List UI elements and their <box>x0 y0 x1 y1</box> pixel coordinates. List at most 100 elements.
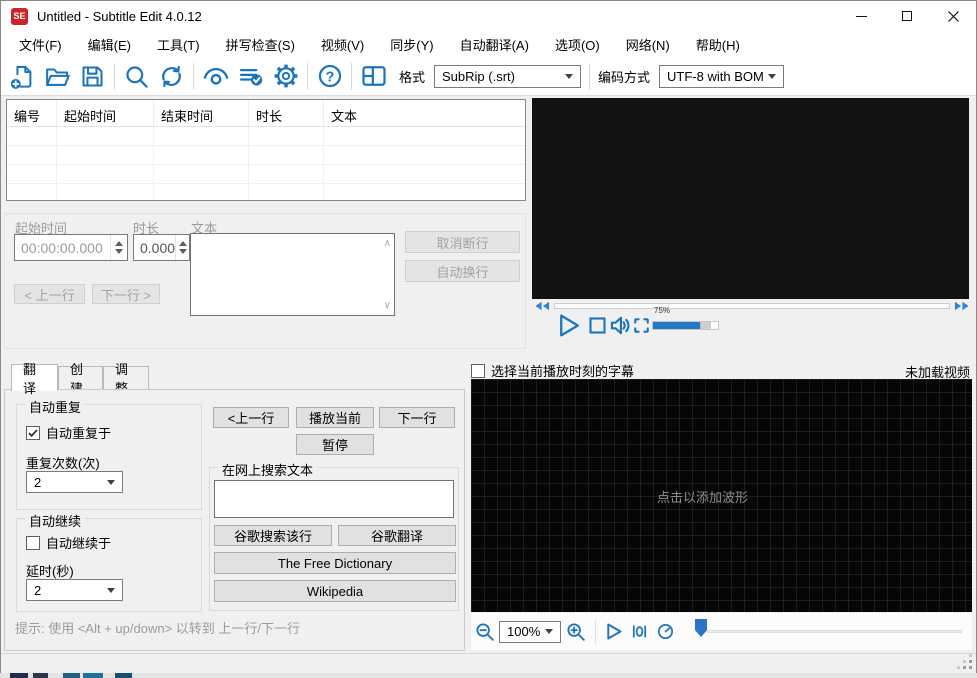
checkbox-unchecked[interactable] <box>471 363 485 378</box>
start-time-spinner[interactable]: 00:00:00.000 <box>14 234 128 261</box>
auto-continue-checkbox-row[interactable]: 自动继续于 <box>26 533 111 552</box>
next-line-button-tab[interactable]: 下一行 <box>379 407 455 428</box>
new-file-button[interactable] <box>5 60 40 93</box>
unbreak-button[interactable]: 取消断行 <box>405 231 520 253</box>
waveform-zoom-out-button[interactable] <box>471 621 499 643</box>
waveform-canvas[interactable]: 点击以添加波形 <box>471 379 972 612</box>
video-fullscreen-button[interactable] <box>630 314 653 337</box>
save-icon <box>82 65 103 87</box>
menu-options[interactable]: 选项(O) <box>542 31 613 58</box>
spinner-buttons[interactable] <box>110 235 127 260</box>
subtitle-list[interactable]: 编号 起始时间 结束时间 时长 文本 <box>6 99 526 201</box>
taskbar-app-icon[interactable] <box>33 673 48 678</box>
subtitle-text-area[interactable]: ∧ ∨ <box>190 233 395 316</box>
find-button[interactable] <box>119 60 154 93</box>
status-bar <box>1 653 976 673</box>
duration-spinner[interactable]: 0.000 <box>133 234 190 261</box>
repeat-count-select[interactable]: 2 <box>26 471 123 493</box>
volume-thumb[interactable] <box>700 322 712 329</box>
spell-check-button[interactable] <box>233 60 268 93</box>
spin-down-icon[interactable] <box>115 249 123 254</box>
menu-tools[interactable]: 工具(T) <box>144 31 213 58</box>
tab-create[interactable]: 创建 <box>58 362 103 396</box>
visual-sync-button[interactable] <box>198 60 233 93</box>
auto-repeat-checkbox-row[interactable]: 自动重复于 <box>26 423 111 442</box>
waveform-position-track[interactable] <box>707 630 962 633</box>
spin-down-icon[interactable] <box>178 249 187 254</box>
video-surface[interactable] <box>532 98 969 299</box>
menu-network[interactable]: 网络(N) <box>613 31 683 58</box>
toolbar-separator <box>351 62 352 90</box>
taskbar-app-icon[interactable] <box>115 673 132 678</box>
previous-line-button[interactable]: < 上一行 <box>14 284 85 304</box>
subtitle-list-body[interactable] <box>7 127 525 200</box>
controls-separator <box>595 619 596 644</box>
volume-slider[interactable] <box>652 321 719 330</box>
tab-translate[interactable]: 翻译 <box>11 362 58 396</box>
seek-back-icon[interactable] <box>535 301 550 311</box>
play-current-button[interactable]: 播放当前 <box>296 407 374 428</box>
wikipedia-button[interactable]: Wikipedia <box>214 580 456 602</box>
column-text[interactable]: 文本 <box>324 100 525 126</box>
web-search-input[interactable] <box>214 480 454 518</box>
save-button[interactable] <box>75 60 110 93</box>
waveform-position-thumb[interactable] <box>695 619 707 637</box>
next-line-button[interactable]: 下一行 > <box>92 284 160 304</box>
video-play-button[interactable] <box>554 311 583 340</box>
google-translate-button[interactable]: 谷歌翻译 <box>338 525 456 546</box>
seek-forward-icon[interactable] <box>954 301 969 311</box>
tab-adjust[interactable]: 调整 <box>103 362 149 396</box>
open-file-button[interactable] <box>40 60 75 93</box>
free-dictionary-button[interactable]: The Free Dictionary <box>214 552 456 574</box>
waveform-zoom-in-button[interactable] <box>561 621 591 643</box>
column-end-time[interactable]: 结束时间 <box>154 100 249 126</box>
spin-up-icon[interactable] <box>178 241 187 246</box>
waveform-zoom-select[interactable]: 100% <box>499 620 561 643</box>
format-select[interactable]: SubRip (.srt) <box>434 64 582 88</box>
prev-line-button[interactable]: <上一行 <box>213 407 289 428</box>
auto-repeat-legend: 自动重复 <box>25 397 86 416</box>
scroll-up-icon[interactable]: ∧ <box>384 238 391 249</box>
delay-select[interactable]: 2 <box>26 579 123 601</box>
auto-continue-group: 自动继续 自动继续于 延时(秒) 2 <box>16 511 202 612</box>
menu-edit[interactable]: 编辑(E) <box>75 31 144 58</box>
taskbar-app-icon[interactable] <box>83 673 103 678</box>
taskbar-app-icon[interactable] <box>63 673 80 678</box>
checkbox-checked[interactable] <box>26 425 40 440</box>
settings-button[interactable] <box>268 60 303 93</box>
autobreak-button[interactable]: 自动换行 <box>405 260 520 282</box>
scroll-down-icon[interactable]: ∨ <box>384 300 391 311</box>
minimize-button[interactable] <box>838 1 884 31</box>
google-search-button[interactable]: 谷歌搜索该行 <box>214 525 332 546</box>
menu-help[interactable]: 帮助(H) <box>683 31 753 58</box>
menu-file[interactable]: 文件(F) <box>6 31 75 58</box>
layout-button[interactable] <box>356 60 391 93</box>
column-duration[interactable]: 时长 <box>249 100 324 126</box>
pause-button[interactable]: 暂停 <box>296 434 374 455</box>
menu-spellcheck[interactable]: 拼写检查(S) <box>213 31 308 58</box>
replace-button[interactable] <box>154 60 189 93</box>
help-button[interactable]: ? <box>312 60 347 93</box>
playback-speed-button[interactable] <box>652 621 678 642</box>
menu-video[interactable]: 视频(V) <box>308 31 377 58</box>
checkbox-unchecked[interactable] <box>26 535 40 550</box>
select-current-checkbox-row[interactable]: 选择当前播放时刻的字幕 <box>471 361 634 380</box>
web-search-group: 在网上搜索文本 谷歌搜索该行 谷歌翻译 The Free Dictionary … <box>209 460 459 611</box>
resize-grip-icon[interactable] <box>959 656 973 670</box>
video-stop-button[interactable] <box>587 315 608 336</box>
repeat-count-label: 重复次数(次) <box>26 456 100 471</box>
menu-auto-translate[interactable]: 自动翻译(A) <box>447 31 542 58</box>
waveform-play-button[interactable] <box>600 621 626 642</box>
column-number[interactable]: 编号 <box>7 100 57 126</box>
taskbar-app-icon[interactable] <box>10 673 28 678</box>
grid-line <box>323 127 324 200</box>
maximize-button[interactable] <box>884 1 930 31</box>
menu-sync[interactable]: 同步(Y) <box>377 31 446 58</box>
close-button[interactable] <box>930 1 976 31</box>
video-seek-track[interactable] <box>554 303 950 309</box>
spinner-buttons[interactable] <box>175 235 189 260</box>
spin-up-icon[interactable] <box>115 241 123 246</box>
waveform-play-from-start-button[interactable] <box>626 621 652 642</box>
column-start-time[interactable]: 起始时间 <box>57 100 154 126</box>
encoding-select[interactable]: UTF-8 with BOM <box>659 64 785 88</box>
